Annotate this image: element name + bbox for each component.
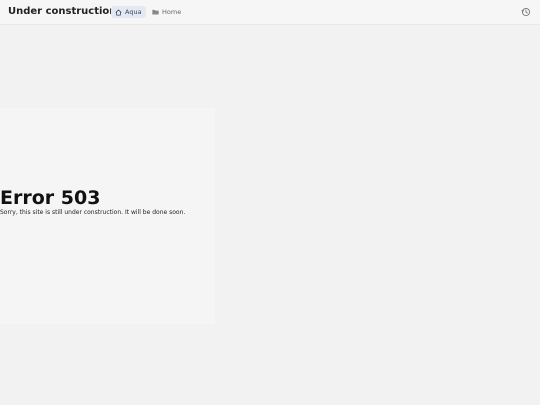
folder-icon (152, 9, 159, 15)
tab-aqua[interactable]: Aqua (111, 6, 146, 18)
error-title: Error 503 (0, 187, 101, 209)
home-icon (115, 9, 122, 16)
tab-aqua-label: Aqua (125, 8, 142, 16)
error-message: Sorry, this site is still under construc… (0, 209, 186, 216)
site-title: Under construction (8, 6, 117, 17)
top-bar: Under construction Aqua Home (0, 0, 540, 25)
tab-home[interactable]: Home (148, 6, 185, 18)
tab-home-label: Home (162, 8, 182, 16)
history-button[interactable] (521, 7, 531, 17)
history-icon (521, 7, 531, 17)
